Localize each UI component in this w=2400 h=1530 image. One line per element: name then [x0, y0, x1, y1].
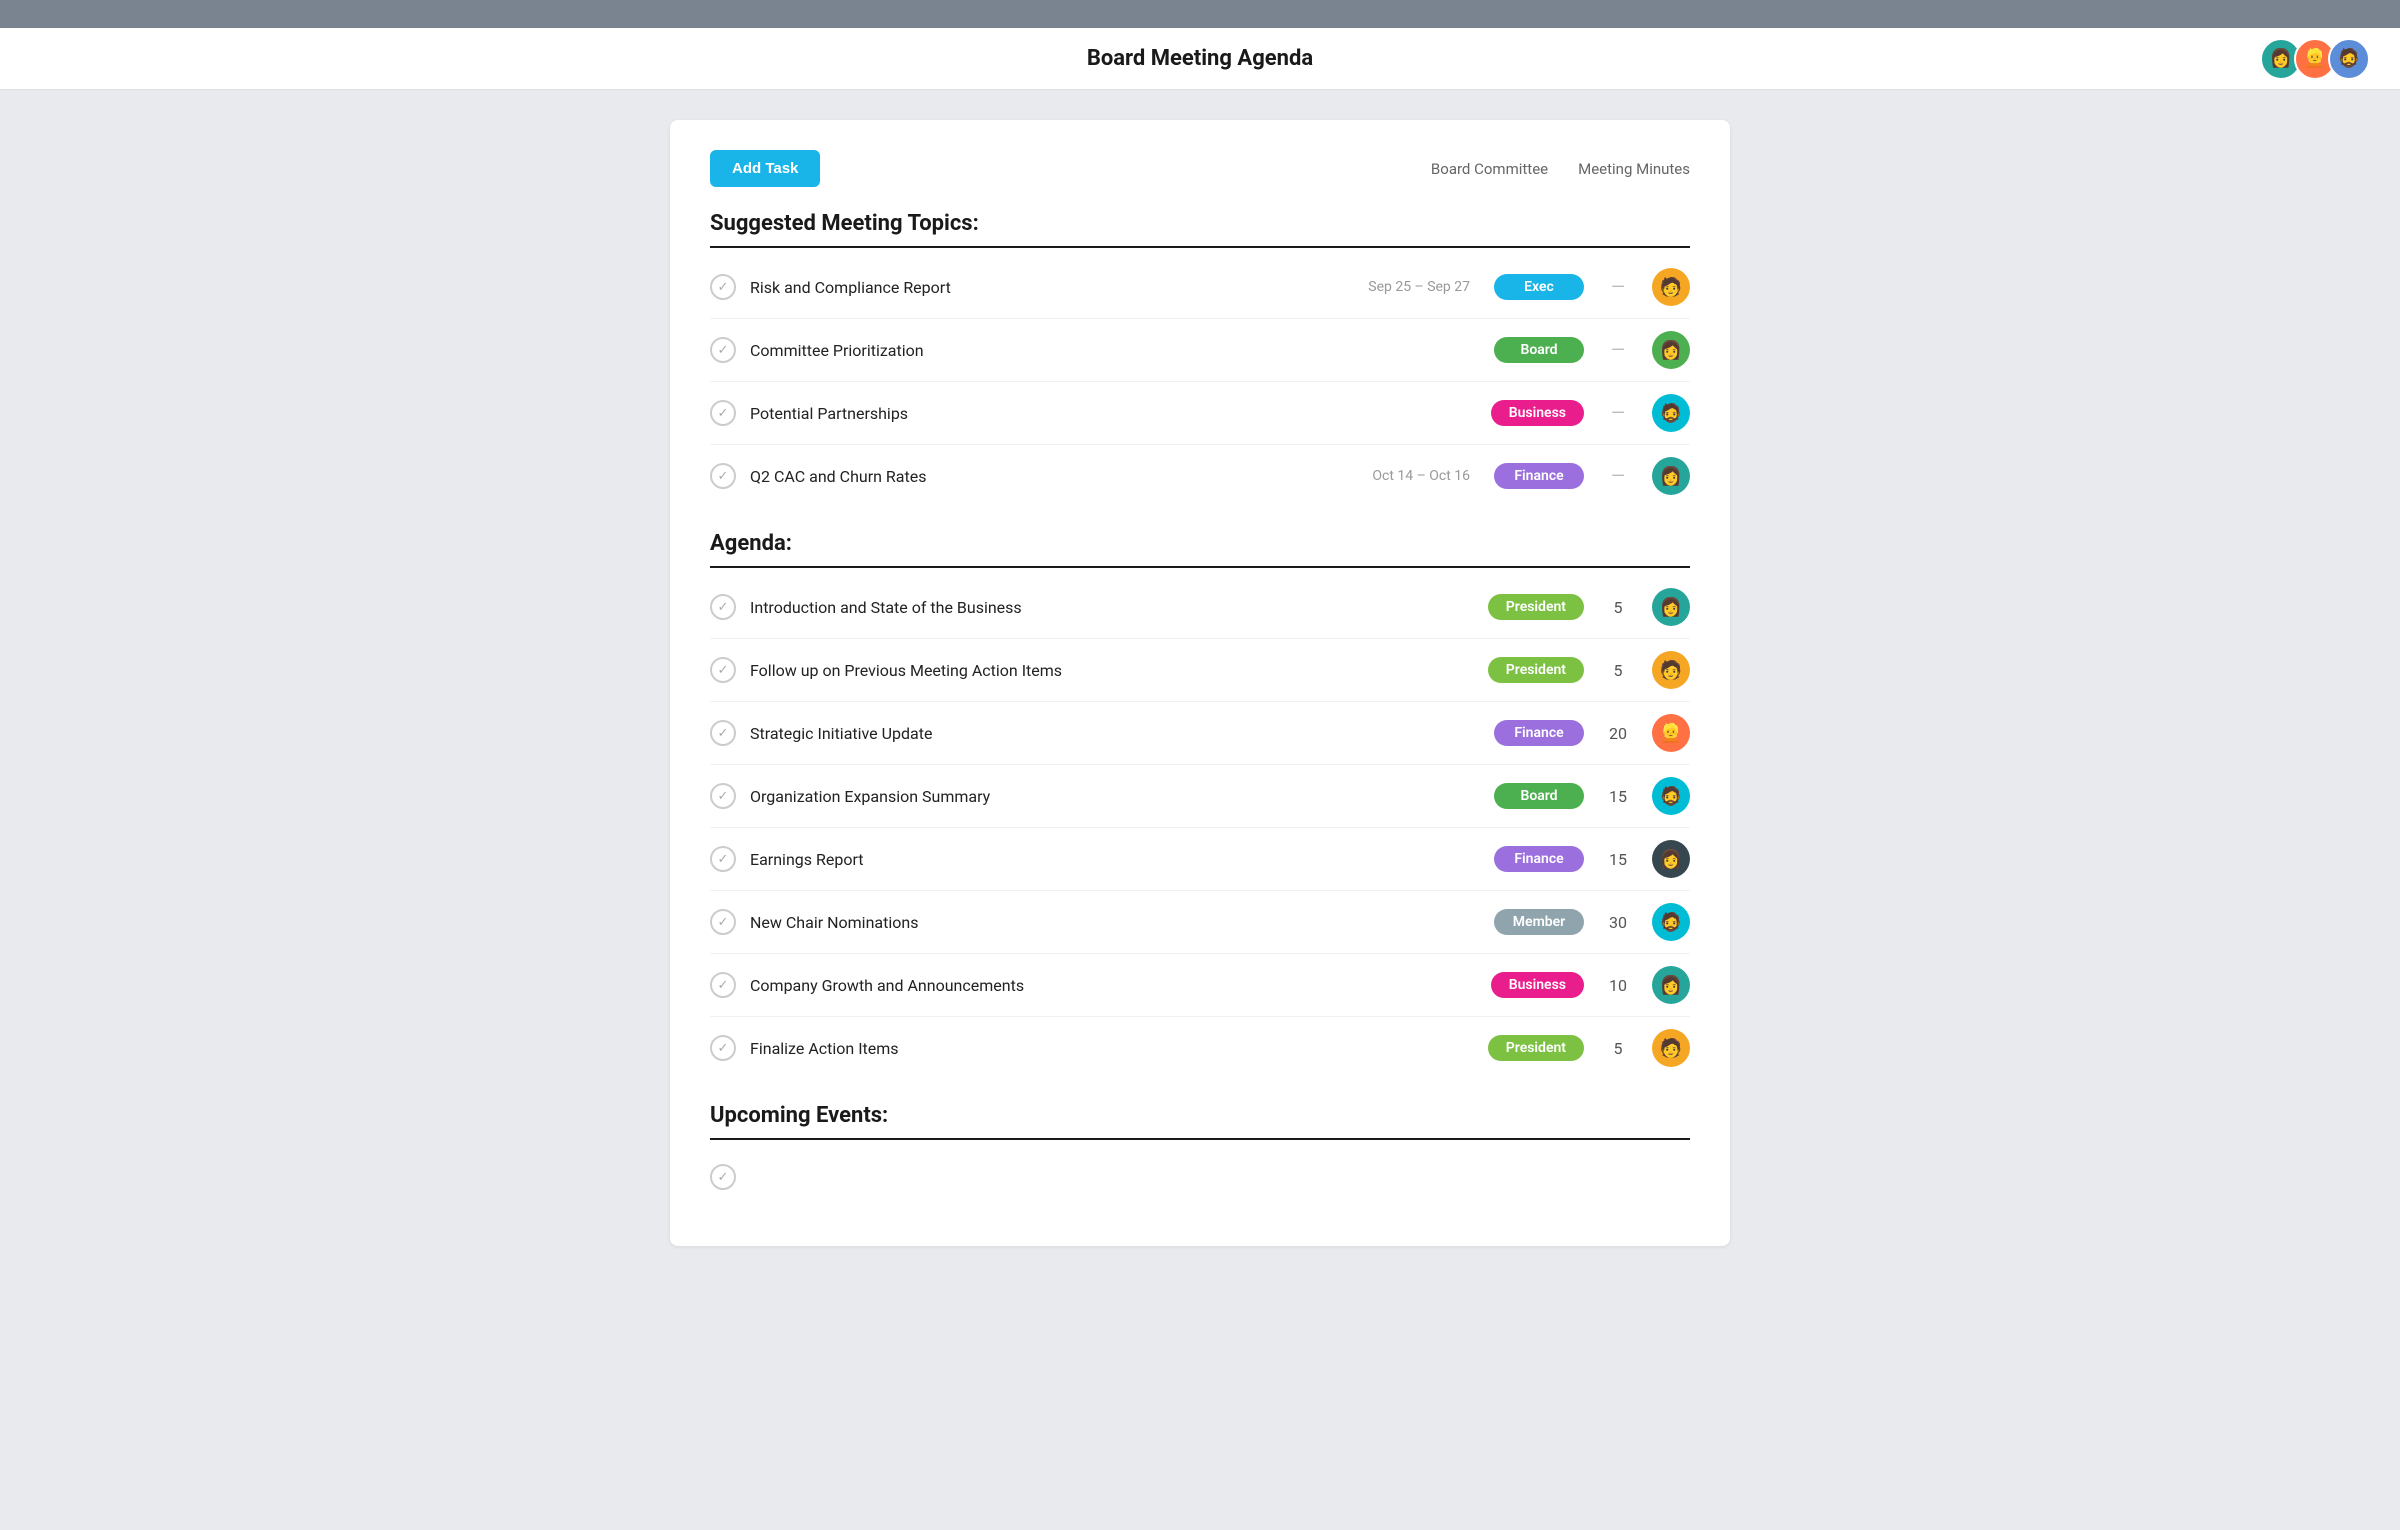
- agenda-tag-8: President: [1488, 1035, 1584, 1061]
- task-dash-2: —: [1598, 340, 1638, 361]
- main-card: Add Task Board Committee Meeting Minutes…: [670, 120, 1730, 1246]
- agenda-tag-2: President: [1488, 657, 1584, 683]
- page-title: Board Meeting Agenda: [1087, 46, 1313, 71]
- agenda-check-3[interactable]: ✓: [710, 720, 736, 746]
- agenda-check-1[interactable]: ✓: [710, 594, 736, 620]
- task-name-1: Risk and Compliance Report: [750, 278, 1316, 297]
- agenda-row-8: ✓ Finalize Action Items President 5 🧑: [710, 1017, 1690, 1079]
- agenda-avatar-3[interactable]: 👱: [1652, 714, 1690, 752]
- task-name-4: Q2 CAC and Churn Rates: [750, 467, 1316, 486]
- tag-exec-1: Exec: [1494, 274, 1584, 300]
- check-icon-2[interactable]: ✓: [710, 337, 736, 363]
- agenda-check-7[interactable]: ✓: [710, 972, 736, 998]
- agenda-minutes-6: 30: [1598, 913, 1638, 932]
- header: Board Meeting Agenda 👩 👱 🧔: [0, 28, 2400, 90]
- upcoming-placeholder-row: ✓: [710, 1148, 1690, 1206]
- nav-meeting-minutes[interactable]: Meeting Minutes: [1578, 160, 1690, 178]
- task-avatar-4[interactable]: 👩: [1652, 457, 1690, 495]
- task-dash-4: —: [1598, 466, 1638, 487]
- agenda-section: Agenda: ✓ Introduction and State of the …: [710, 531, 1690, 1079]
- tag-business-3: Business: [1491, 400, 1584, 426]
- agenda-title: Agenda:: [710, 531, 1690, 556]
- agenda-tag-5: Finance: [1494, 846, 1584, 872]
- agenda-name-3: Strategic Initiative Update: [750, 724, 1480, 743]
- agenda-name-8: Finalize Action Items: [750, 1039, 1474, 1058]
- suggested-title: Suggested Meeting Topics:: [710, 211, 1690, 236]
- agenda-minutes-4: 15: [1598, 787, 1638, 806]
- agenda-minutes-2: 5: [1598, 661, 1638, 680]
- card-header: Add Task Board Committee Meeting Minutes: [710, 150, 1690, 187]
- check-icon-3[interactable]: ✓: [710, 400, 736, 426]
- agenda-name-2: Follow up on Previous Meeting Action Ite…: [750, 661, 1474, 680]
- task-date-4: Oct 14 – Oct 16: [1330, 468, 1470, 484]
- upcoming-divider: [710, 1138, 1690, 1140]
- agenda-minutes-8: 5: [1598, 1039, 1638, 1058]
- avatar-3[interactable]: 🧔: [2328, 38, 2370, 80]
- suggested-divider: [710, 246, 1690, 248]
- task-dash-1: —: [1598, 277, 1638, 298]
- agenda-check-8[interactable]: ✓: [710, 1035, 736, 1061]
- agenda-name-6: New Chair Nominations: [750, 913, 1480, 932]
- agenda-avatar-1[interactable]: 👩: [1652, 588, 1690, 626]
- agenda-minutes-5: 15: [1598, 850, 1638, 869]
- agenda-row-7: ✓ Company Growth and Announcements Busin…: [710, 954, 1690, 1017]
- nav-links: Board Committee Meeting Minutes: [1431, 160, 1690, 178]
- task-name-2: Committee Prioritization: [750, 341, 1316, 360]
- agenda-avatar-7[interactable]: 👩: [1652, 966, 1690, 1004]
- agenda-avatar-6[interactable]: 🧔: [1652, 903, 1690, 941]
- nav-board-committee[interactable]: Board Committee: [1431, 160, 1548, 178]
- agenda-tag-6: Member: [1494, 909, 1584, 935]
- suggested-row-2: ✓ Committee Prioritization Board — 👩: [710, 319, 1690, 382]
- agenda-divider: [710, 566, 1690, 568]
- task-avatar-3[interactable]: 🧔: [1652, 394, 1690, 432]
- agenda-tag-4: Board: [1494, 783, 1584, 809]
- tag-finance-4: Finance: [1494, 463, 1584, 489]
- upcoming-section: Upcoming Events: ✓: [710, 1103, 1690, 1206]
- suggested-section: Suggested Meeting Topics: ✓ Risk and Com…: [710, 211, 1690, 507]
- agenda-avatar-4[interactable]: 🧔: [1652, 777, 1690, 815]
- agenda-tag-1: President: [1488, 594, 1584, 620]
- agenda-avatar-2[interactable]: 🧑: [1652, 651, 1690, 689]
- check-icon-1[interactable]: ✓: [710, 274, 736, 300]
- task-name-3: Potential Partnerships: [750, 404, 1313, 423]
- task-avatar-1[interactable]: 🧑: [1652, 268, 1690, 306]
- add-task-button[interactable]: Add Task: [710, 150, 820, 187]
- agenda-row-5: ✓ Earnings Report Finance 15 👩: [710, 828, 1690, 891]
- agenda-name-7: Company Growth and Announcements: [750, 976, 1477, 995]
- agenda-tag-3: Finance: [1494, 720, 1584, 746]
- header-avatars: 👩 👱 🧔: [2260, 38, 2370, 80]
- suggested-row-3: ✓ Potential Partnerships Business — 🧔: [710, 382, 1690, 445]
- agenda-minutes-3: 20: [1598, 724, 1638, 743]
- check-icon-4[interactable]: ✓: [710, 463, 736, 489]
- top-bar: [0, 0, 2400, 28]
- agenda-row-2: ✓ Follow up on Previous Meeting Action I…: [710, 639, 1690, 702]
- tag-board-2: Board: [1494, 337, 1584, 363]
- agenda-name-5: Earnings Report: [750, 850, 1480, 869]
- agenda-name-1: Introduction and State of the Business: [750, 598, 1474, 617]
- agenda-name-4: Organization Expansion Summary: [750, 787, 1480, 806]
- task-date-1: Sep 25 – Sep 27: [1330, 279, 1470, 295]
- agenda-avatar-5[interactable]: 👩: [1652, 840, 1690, 878]
- task-dash-3: —: [1598, 403, 1638, 424]
- upcoming-title: Upcoming Events:: [710, 1103, 1690, 1128]
- agenda-check-2[interactable]: ✓: [710, 657, 736, 683]
- suggested-row-1: ✓ Risk and Compliance Report Sep 25 – Se…: [710, 256, 1690, 319]
- agenda-check-6[interactable]: ✓: [710, 909, 736, 935]
- agenda-avatar-8[interactable]: 🧑: [1652, 1029, 1690, 1067]
- agenda-minutes-1: 5: [1598, 598, 1638, 617]
- agenda-row-4: ✓ Organization Expansion Summary Board 1…: [710, 765, 1690, 828]
- agenda-check-4[interactable]: ✓: [710, 783, 736, 809]
- agenda-row-6: ✓ New Chair Nominations Member 30 🧔: [710, 891, 1690, 954]
- upcoming-check-placeholder[interactable]: ✓: [710, 1164, 736, 1190]
- suggested-row-4: ✓ Q2 CAC and Churn Rates Oct 14 – Oct 16…: [710, 445, 1690, 507]
- agenda-check-5[interactable]: ✓: [710, 846, 736, 872]
- task-avatar-2[interactable]: 👩: [1652, 331, 1690, 369]
- agenda-minutes-7: 10: [1598, 976, 1638, 995]
- agenda-row-1: ✓ Introduction and State of the Business…: [710, 576, 1690, 639]
- agenda-tag-7: Business: [1491, 972, 1584, 998]
- main-content: Add Task Board Committee Meeting Minutes…: [650, 120, 1750, 1246]
- agenda-row-3: ✓ Strategic Initiative Update Finance 20…: [710, 702, 1690, 765]
